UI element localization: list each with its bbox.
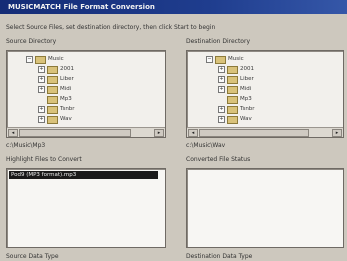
folder-icon — [227, 86, 238, 94]
source-directory-tree[interactable]: − Music +2001 + Liber + Midi Mp3 + Tsnbr + Wav ◂ ▸ — [6, 50, 166, 138]
converted-status-label: Converted File Status — [186, 156, 251, 163]
scroll-left-arrow-icon[interactable]: ◂ — [188, 129, 198, 137]
source-tree-item[interactable]: Music — [48, 55, 64, 63]
folder-icon — [215, 56, 226, 64]
destination-tree-item[interactable]: Music — [228, 55, 244, 63]
source-tree-item[interactable]: 2001 — [60, 65, 74, 73]
folder-icon — [47, 76, 58, 84]
folder-icon — [47, 116, 58, 124]
highlight-files-label: Highlight Files to Convert — [6, 156, 82, 163]
source-tree-item[interactable]: Wav — [60, 115, 72, 123]
source-tree-item[interactable]: Mp3 — [60, 95, 72, 103]
destination-directory-label: Destination Directory — [186, 38, 250, 45]
source-tree-item[interactable]: Midi — [60, 85, 71, 93]
destination-tree-item[interactable]: Mp3 — [240, 95, 252, 103]
destination-tree-list: − Music +2001 + Liber + Midi Mp3 + Tsnbr + Wav — [187, 51, 343, 137]
expand-icon[interactable]: + — [218, 116, 225, 123]
folder-icon — [227, 106, 238, 114]
expand-icon[interactable]: + — [38, 116, 45, 123]
source-tree-item[interactable]: Tsnbr — [60, 105, 75, 113]
scroll-thumb[interactable] — [199, 129, 309, 137]
collapse-icon[interactable]: − — [206, 56, 213, 63]
source-path-text: c:\Music\Mp3 — [6, 142, 46, 149]
destination-horizontal-scrollbar[interactable]: ◂ ▸ — [187, 127, 343, 137]
folder-icon — [227, 116, 238, 124]
expand-icon[interactable]: + — [218, 86, 225, 93]
destination-tree-item[interactable]: 2001 — [240, 65, 254, 73]
folder-icon — [47, 86, 58, 94]
destination-tree-item[interactable]: Midi — [240, 85, 251, 93]
expand-icon[interactable]: + — [38, 106, 45, 113]
folder-icon — [47, 106, 58, 114]
expand-icon[interactable]: + — [38, 66, 45, 73]
highlighted-file-row[interactable]: Pod9 (MP3 format).mp3 — [9, 171, 158, 179]
scroll-left-arrow-icon[interactable]: ◂ — [8, 129, 18, 137]
folder-icon — [227, 76, 238, 84]
scroll-right-arrow-icon[interactable]: ▸ — [332, 129, 342, 137]
title-bar: MUSICMATCH File Format Conversion — [0, 0, 347, 14]
expand-icon[interactable]: + — [38, 86, 45, 93]
destination-directory-tree[interactable]: − Music +2001 + Liber + Midi Mp3 + Tsnbr + Wav ◂ ▸ — [186, 50, 344, 138]
expand-icon[interactable]: + — [38, 76, 45, 83]
source-tree-list: − Music +2001 + Liber + Midi Mp3 + Tsnbr + Wav — [7, 51, 165, 137]
conversion-window: MUSICMATCH File Format Conversion Select… — [0, 0, 347, 261]
source-directory-label: Source Directory — [6, 38, 57, 45]
folder-icon — [227, 66, 238, 74]
folder-icon — [47, 66, 58, 74]
files-to-convert-list[interactable]: Pod9 (MP3 format).mp3 — [6, 168, 166, 248]
folder-icon — [35, 56, 46, 64]
converted-file-status-list[interactable] — [186, 168, 344, 248]
destination-tree-item[interactable]: Liber — [240, 75, 254, 83]
expand-icon[interactable]: + — [218, 76, 225, 83]
folder-icon — [47, 96, 58, 104]
instruction-text: Select Source Files, set destination dir… — [6, 24, 216, 31]
source-data-type-label: Source Data Type — [6, 253, 59, 260]
destination-data-type-label: Destination Data Type — [186, 253, 253, 260]
destination-path-text: c:\Music\Wav — [186, 142, 226, 149]
destination-tree-item[interactable]: Tsnbr — [240, 105, 255, 113]
scroll-right-arrow-icon[interactable]: ▸ — [154, 129, 164, 137]
expand-icon[interactable]: + — [218, 66, 225, 73]
source-tree-item[interactable]: Liber — [60, 75, 74, 83]
scroll-thumb[interactable] — [19, 129, 131, 137]
folder-icon — [227, 96, 238, 104]
window-title: MUSICMATCH File Format Conversion — [8, 3, 155, 11]
destination-tree-item[interactable]: Wav — [240, 115, 252, 123]
source-horizontal-scrollbar[interactable]: ◂ ▸ — [7, 127, 165, 137]
expand-icon[interactable]: + — [218, 106, 225, 113]
collapse-icon[interactable]: − — [26, 56, 33, 63]
